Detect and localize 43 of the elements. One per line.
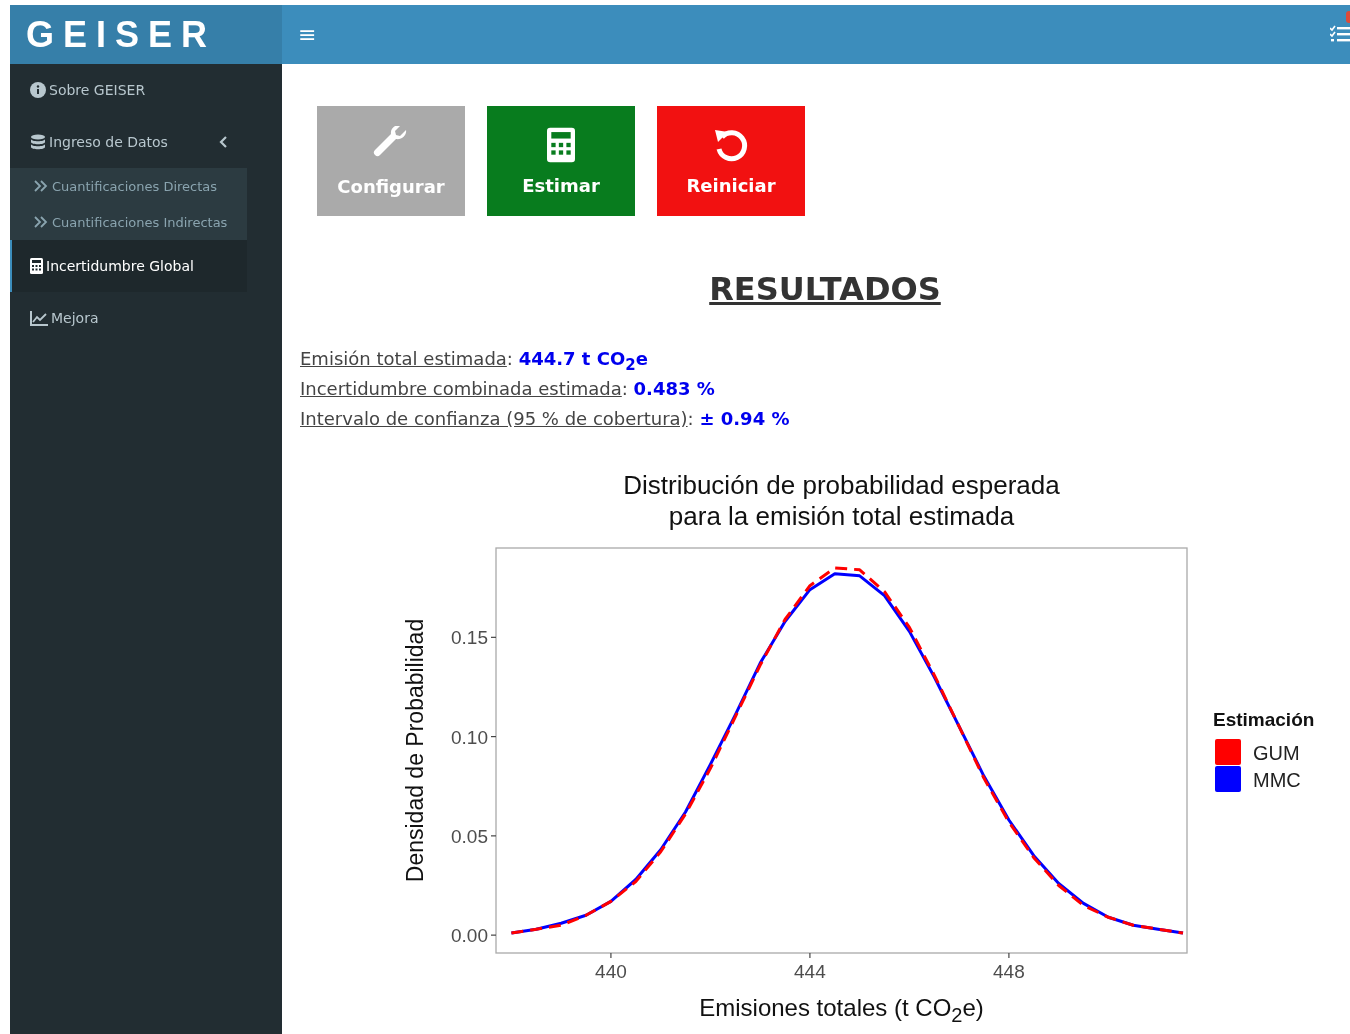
info-icon bbox=[30, 82, 46, 98]
tick-mark bbox=[809, 952, 811, 959]
action-button[interactable]: Estimar bbox=[487, 106, 635, 216]
sidebar-item[interactable]: Sobre GEISER bbox=[10, 64, 247, 116]
database-icon bbox=[30, 134, 46, 150]
tick-mark bbox=[610, 952, 612, 959]
axis-tick-label: 440 bbox=[595, 961, 627, 982]
calculator-icon bbox=[30, 258, 43, 274]
axis-tick-label: 0.05 bbox=[451, 825, 488, 847]
legend-label: MMC bbox=[1253, 769, 1301, 791]
double-chevron-icon bbox=[34, 216, 48, 228]
sidebar-item[interactable]: Incertidumbre Global bbox=[10, 240, 247, 292]
axis-tick-label: 448 bbox=[993, 961, 1025, 982]
results-heading: RESULTADOS bbox=[709, 270, 941, 308]
submenu-item[interactable]: Cuantificaciones Indirectas bbox=[10, 204, 247, 240]
tick-mark bbox=[490, 835, 497, 837]
tick-mark bbox=[1008, 952, 1010, 959]
legend-label: GUM bbox=[1253, 742, 1300, 764]
submenu-item[interactable]: Cuantificaciones Directas bbox=[10, 168, 247, 204]
axis-title: Emisiones totales (t CO$_{2}$e) bbox=[698, 994, 985, 1027]
chart-title: Distribución de probabilidad esperada para la emisión total estimada bbox=[622, 470, 1061, 532]
action-button[interactable]: Reiniciar bbox=[657, 106, 805, 216]
tick-mark bbox=[490, 636, 497, 638]
sidebar-item[interactable]: Mejora bbox=[10, 292, 247, 344]
tick-mark bbox=[490, 736, 497, 738]
legend-title: Estimación bbox=[1213, 709, 1315, 730]
calculator-icon bbox=[547, 126, 575, 163]
caret-icon bbox=[219, 136, 227, 148]
axis-tick-label: 0.00 bbox=[451, 925, 488, 947]
tasks-icon bbox=[1330, 24, 1350, 43]
result-line: Emisión total estimada: 444.7 t CO$_{2}$e bbox=[300, 347, 649, 374]
result-line: Intervalo de confianza (95 % de cobertura): ± 0.94 % bbox=[300, 407, 791, 431]
axis-title: Densidad de Probabilidad bbox=[402, 618, 428, 883]
axis-tick-label: 0.15 bbox=[451, 627, 488, 649]
tick-mark bbox=[490, 934, 497, 936]
sidebar-item[interactable]: Ingreso de Datos bbox=[10, 116, 247, 168]
app-logo: GEISER bbox=[10, 5, 282, 64]
result-line: Incertidumbre combinada estimada: 0.483 % bbox=[300, 377, 716, 401]
axis-tick-label: 0.10 bbox=[451, 726, 488, 748]
axis-tick-label: 444 bbox=[794, 961, 826, 982]
line-chart-icon bbox=[30, 310, 48, 326]
double-chevron-icon bbox=[34, 180, 48, 192]
menu-button[interactable]: ≡ bbox=[298, 22, 317, 47]
